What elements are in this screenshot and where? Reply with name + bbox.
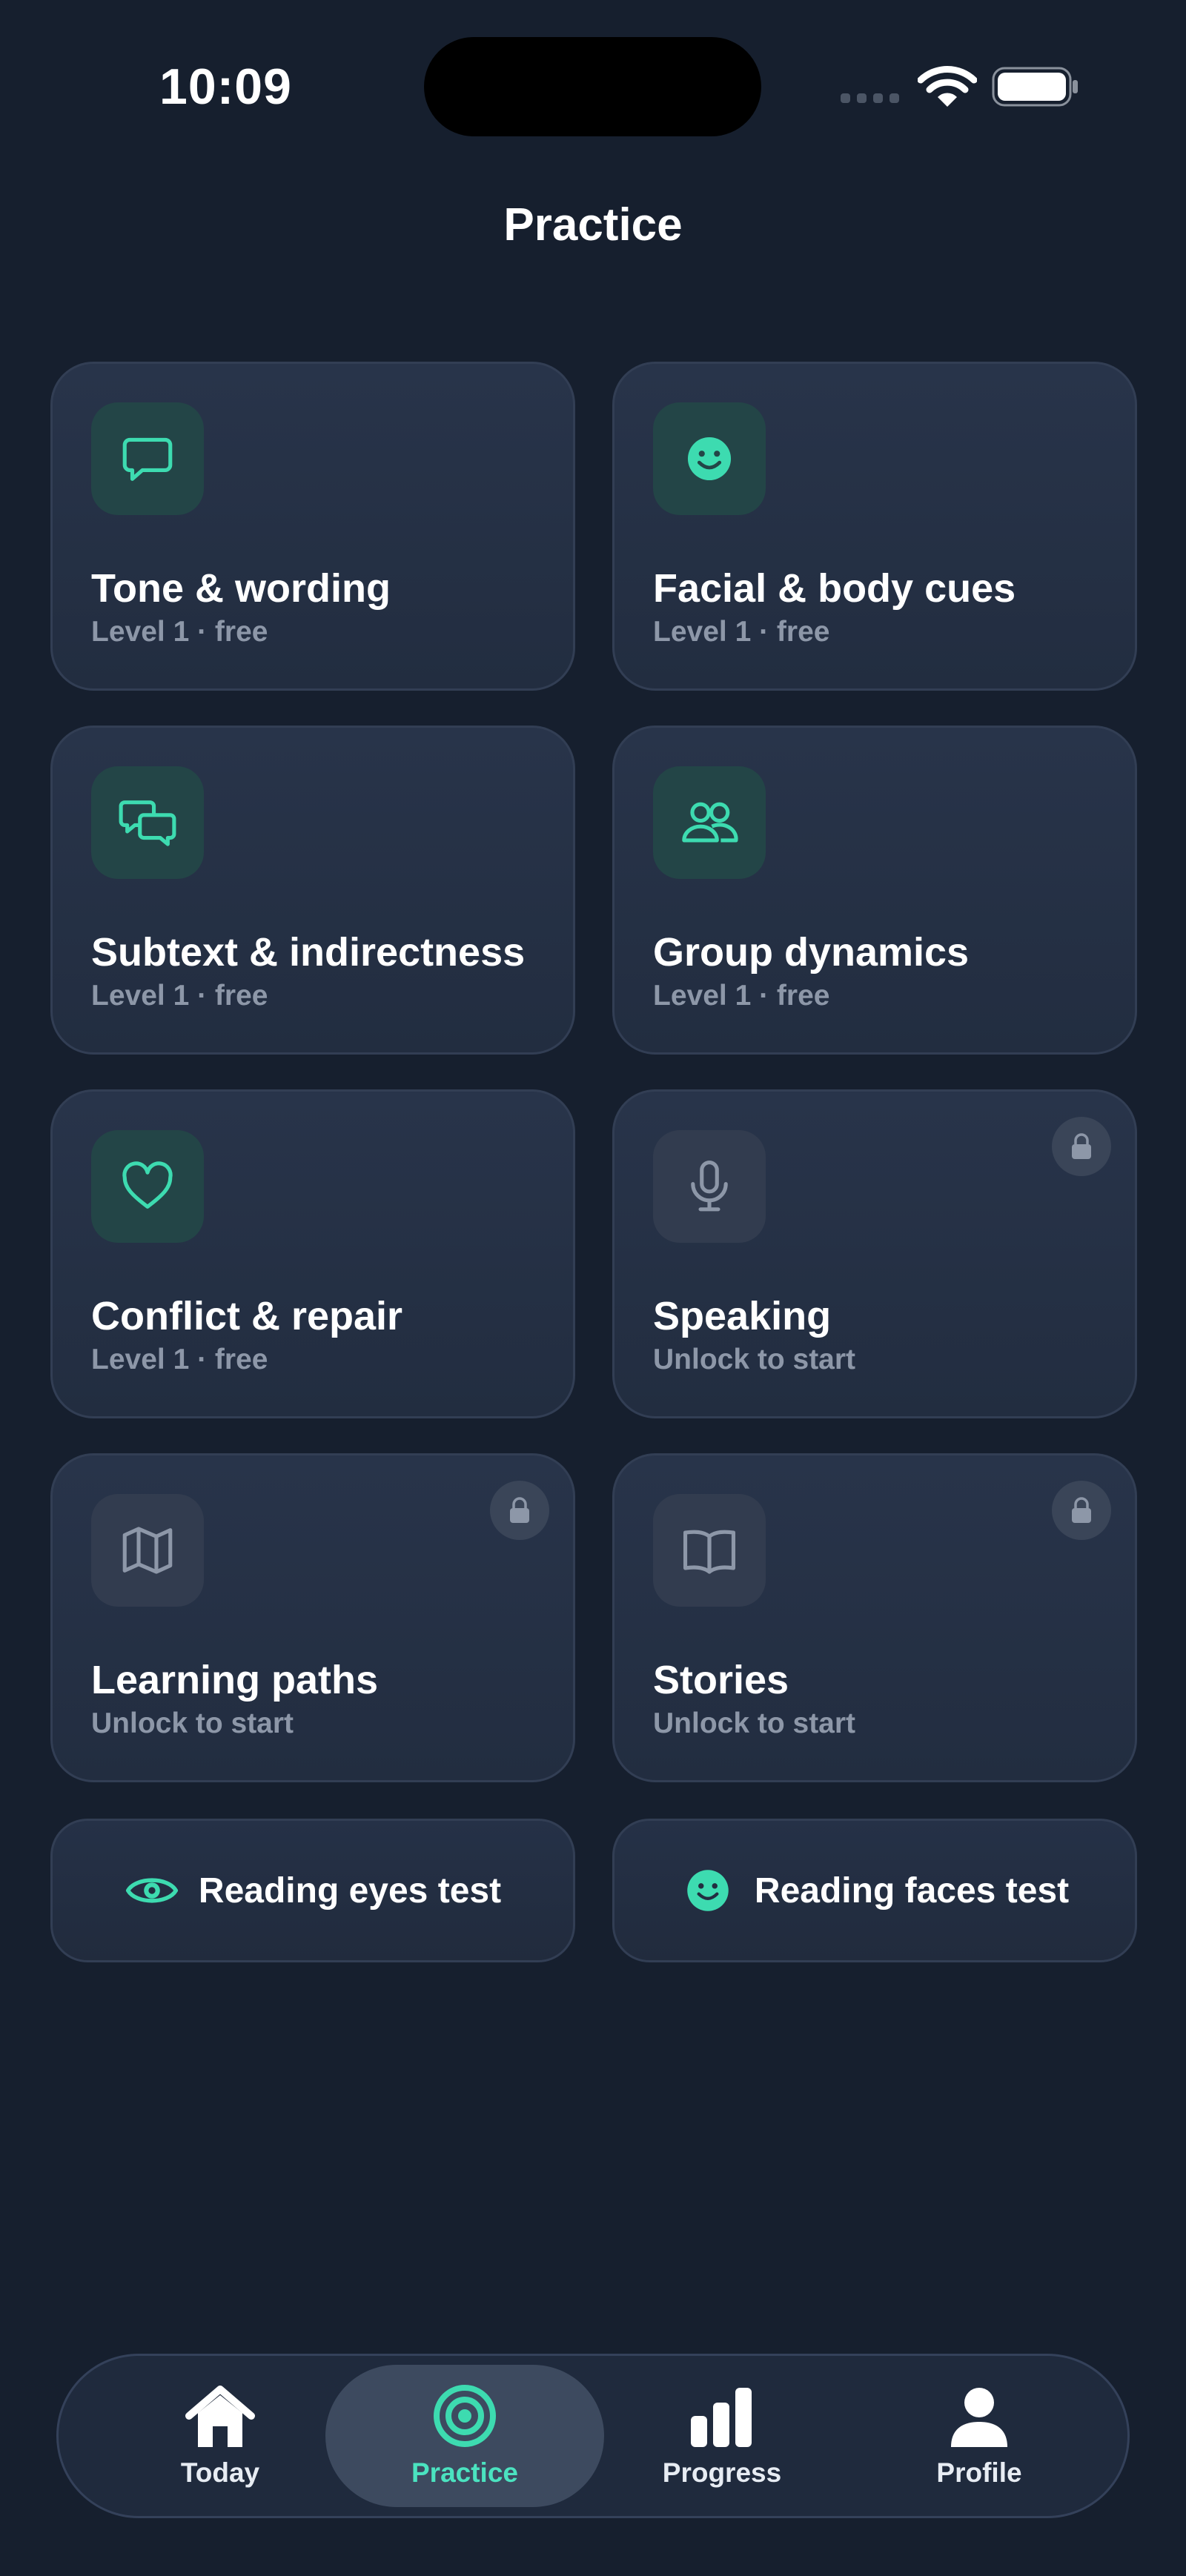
- test-label: Reading eyes test: [198, 1870, 502, 1911]
- tab-progress[interactable]: Progress: [583, 2365, 861, 2507]
- house-icon: [185, 2386, 255, 2447]
- smiley-face-icon: [687, 436, 732, 481]
- tab-label: Progress: [662, 2457, 782, 2488]
- cellular-signal-icon: [841, 93, 899, 103]
- status-time: 10:09: [159, 59, 292, 115]
- test-label: Reading faces test: [754, 1870, 1070, 1911]
- card-subtitle: Level 1 · free: [653, 616, 830, 648]
- card-subtitle: Level 1 · free: [91, 980, 268, 1012]
- card-subtitle: Unlock to start: [91, 1707, 294, 1739]
- reading-faces-test-button[interactable]: Reading faces test: [612, 1819, 1137, 1962]
- tab-label: Today: [180, 2457, 260, 2488]
- smiley-face-icon: [687, 1870, 729, 1911]
- card-subtitle: Unlock to start: [653, 1707, 856, 1739]
- card-title: Conflict & repair: [91, 1294, 403, 1338]
- bar-chart-icon: [691, 2388, 752, 2447]
- battery-icon: [992, 67, 1078, 107]
- card-subtitle: Level 1 · free: [91, 1344, 268, 1375]
- card-title: Speaking: [653, 1294, 832, 1338]
- card-subtitle: Level 1 · free: [653, 980, 830, 1012]
- lock-icon: [490, 1481, 549, 1540]
- people-icon: [682, 802, 738, 843]
- card-title: Tone & wording: [91, 566, 391, 611]
- card-title: Learning paths: [91, 1658, 379, 1702]
- dynamic-island: [424, 37, 761, 136]
- person-icon: [951, 2388, 1007, 2447]
- tab-bar: Today Practice Progress Profile: [56, 2354, 1130, 2518]
- heart-icon: [122, 1161, 173, 1209]
- card-title: Facial & body cues: [653, 566, 1016, 611]
- card-title: Subtext & indirectness: [91, 930, 526, 975]
- tab-profile[interactable]: Profile: [840, 2365, 1119, 2507]
- card-title: Stories: [653, 1658, 789, 1702]
- page-title: Practice: [503, 199, 683, 250]
- speech-bubble-icon: [122, 437, 173, 481]
- card-speaking[interactable]: Speaking Unlock to start: [612, 1089, 1137, 1418]
- open-book-icon: [683, 1530, 736, 1574]
- practice-screen: 10:09 Practice Tone & wording Level 1 · …: [0, 0, 1186, 2576]
- card-stories[interactable]: Stories Unlock to start: [612, 1453, 1137, 1782]
- lock-icon: [1052, 1117, 1111, 1176]
- eye-icon: [125, 1878, 178, 1903]
- card-group-dynamics[interactable]: Group dynamics Level 1 · free: [612, 726, 1137, 1055]
- card-tone-wording[interactable]: Tone & wording Level 1 · free: [50, 362, 575, 691]
- card-subtext-indirectness[interactable]: Subtext & indirectness Level 1 · free: [50, 726, 575, 1055]
- wifi-icon: [918, 66, 977, 107]
- card-conflict-repair[interactable]: Conflict & repair Level 1 · free: [50, 1089, 575, 1418]
- card-subtitle: Unlock to start: [653, 1344, 856, 1375]
- tab-label: Profile: [936, 2457, 1022, 2488]
- card-facial-body-cues[interactable]: Facial & body cues Level 1 · free: [612, 362, 1137, 691]
- card-subtitle: Level 1 · free: [91, 616, 268, 648]
- lock-icon: [1052, 1481, 1111, 1540]
- microphone-icon: [691, 1160, 728, 1212]
- chat-bubbles-icon: [119, 800, 176, 846]
- card-learning-paths[interactable]: Learning paths Unlock to start: [50, 1453, 575, 1782]
- map-icon: [122, 1527, 173, 1574]
- tab-today[interactable]: Today: [81, 2365, 360, 2507]
- reading-eyes-test-button[interactable]: Reading eyes test: [50, 1819, 575, 1962]
- tab-label: Practice: [411, 2457, 518, 2488]
- tab-practice[interactable]: Practice: [325, 2365, 604, 2507]
- target-icon: [434, 2385, 496, 2447]
- card-title: Group dynamics: [653, 930, 970, 975]
